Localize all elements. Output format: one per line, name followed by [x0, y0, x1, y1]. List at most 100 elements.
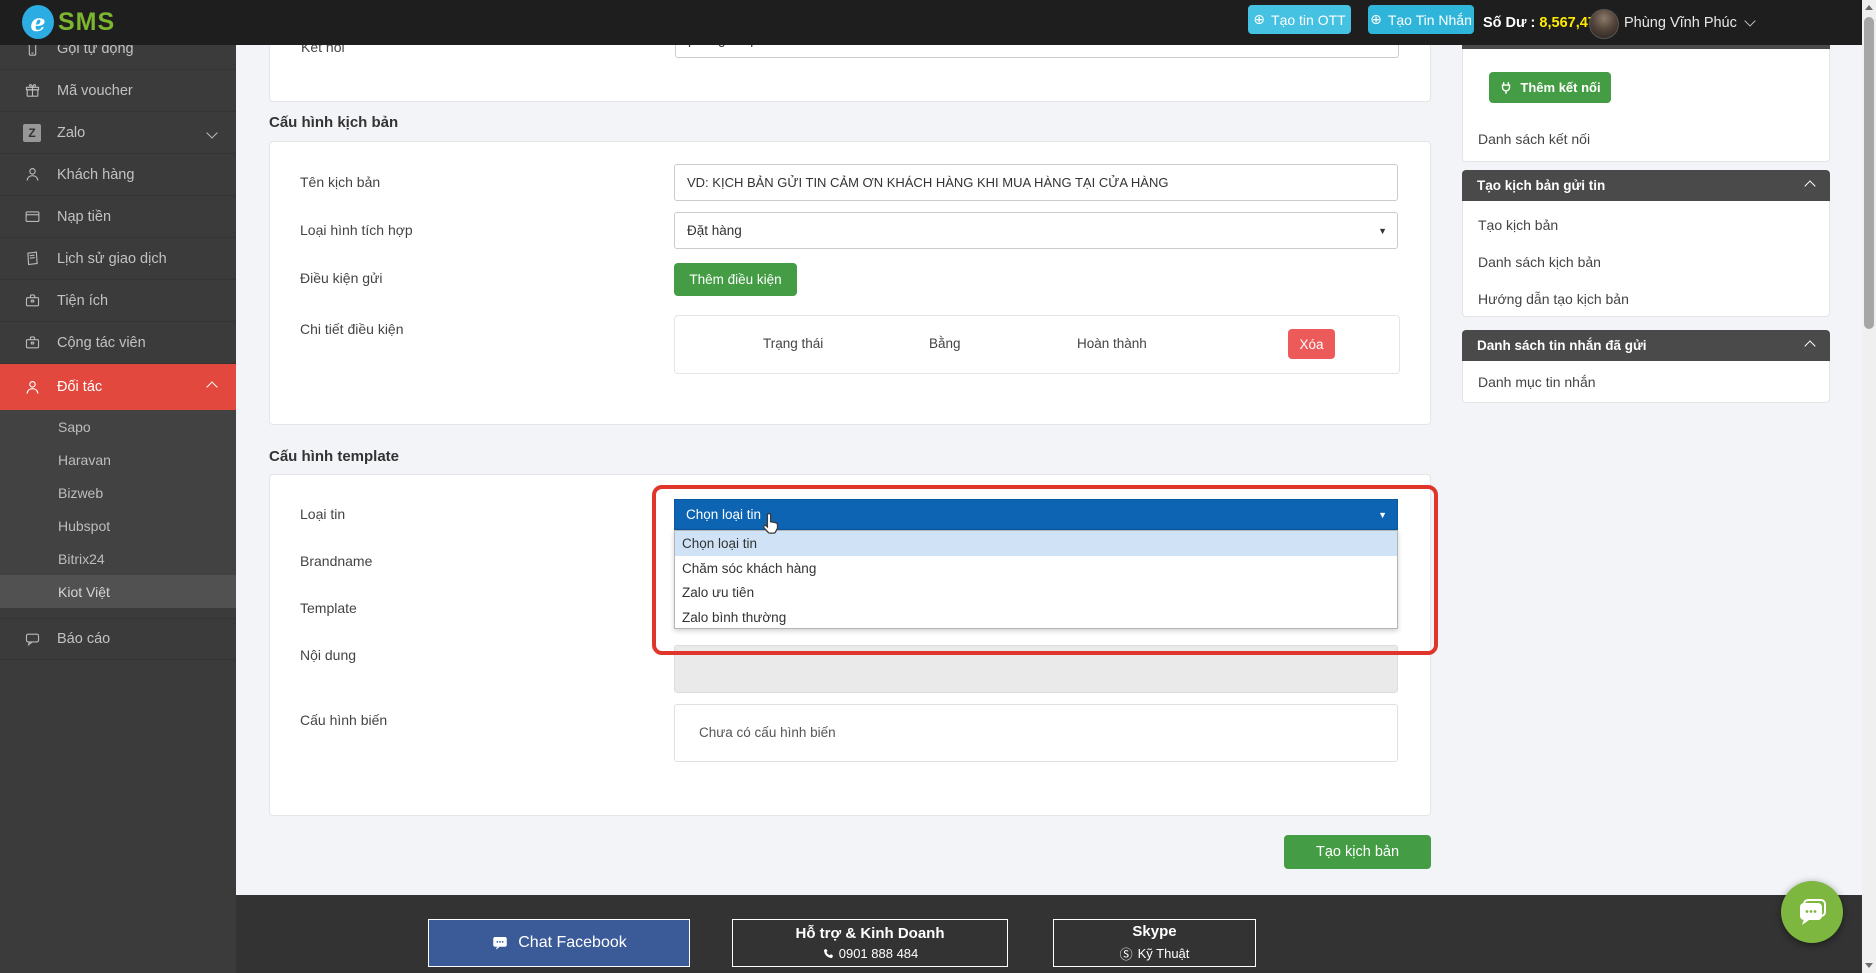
header-bar: e SMS ⊕ Tạo tin OTT ⊕ Tạo Tin Nhắn Số Dư…	[0, 0, 1876, 45]
sidebar-item-nap-tien[interactable]: Nạp tiền	[0, 196, 236, 238]
submenu-item-bitrix24[interactable]: Bitrix24	[0, 542, 236, 575]
content-label: Nội dung	[300, 647, 356, 663]
add-connection-button[interactable]: Thêm kết nối	[1489, 72, 1611, 103]
submenu-item-sapo[interactable]: Sapo	[0, 410, 236, 443]
sidebar-item-tien-ich[interactable]: Tiện ích	[0, 280, 236, 322]
scrollbar-thumb[interactable]	[1864, 17, 1874, 329]
plug-icon	[1499, 81, 1513, 95]
chat-bubble-icon	[1796, 897, 1828, 927]
chevron-up-icon	[1804, 340, 1815, 351]
condition-detail-label: Chi tiết điều kiện	[300, 321, 404, 337]
submenu-item-bizweb[interactable]: Bizweb	[0, 476, 236, 509]
balance-label: Số Dư :	[1483, 15, 1535, 31]
facebook-chat-icon	[491, 934, 509, 952]
link-danh-sach-kich-ban[interactable]: Danh sách kịch bản	[1478, 254, 1601, 270]
briefcase-icon	[22, 292, 42, 309]
scrollbar[interactable]	[1862, 0, 1876, 973]
chat-icon	[22, 631, 42, 648]
skype-icon: Ⓢ	[1120, 944, 1133, 963]
sidebar-item-cong-tac-vien[interactable]: Cộng tác viên	[0, 322, 236, 364]
sidebar-item-khach-hang[interactable]: Khách hàng	[0, 154, 236, 196]
sidebar: Gọi tự động Mã voucher Z Zalo Khách hàng…	[0, 45, 236, 973]
delete-condition-button[interactable]: Xóa	[1288, 329, 1335, 359]
condition-operator: Bằng	[929, 336, 961, 351]
logo-e-icon: e	[22, 5, 54, 39]
dropdown-option[interactable]: Zalo bình thường	[675, 605, 1397, 630]
condition-table: Trạng thái Bằng Hoàn thành Xóa	[674, 315, 1400, 374]
connection-card: Kết nối phungvinhphuc1999 ▼	[269, 36, 1431, 102]
create-sms-button[interactable]: ⊕ Tạo Tin Nhắn	[1368, 5, 1474, 34]
sidebar-item-bao-cao[interactable]: Báo cáo	[0, 618, 236, 660]
zalo-icon: Z	[22, 124, 42, 142]
hand-cursor-icon	[760, 511, 784, 537]
variables-box: Chưa có cấu hình biến	[674, 704, 1398, 762]
skype-title: Skype	[1132, 923, 1176, 940]
skype-subtitle: Kỹ Thuật	[1138, 946, 1190, 961]
user-menu[interactable]: Phùng Vĩnh Phúc	[1624, 0, 1754, 45]
create-script-button[interactable]: Tạo kịch bản	[1284, 835, 1431, 869]
sidebar-item-ma-voucher[interactable]: Mã voucher	[0, 70, 236, 112]
plus-circle-icon: ⊕	[1370, 11, 1382, 28]
variables-empty-text: Chưa có cấu hình biến	[699, 725, 836, 740]
connection-list-link[interactable]: Danh sách kết nối	[1478, 131, 1590, 147]
support-box[interactable]: Hỗ trợ & Kinh Doanh 0901 888 484	[732, 919, 1008, 967]
chevron-up-icon	[206, 381, 217, 392]
template-label: Template	[300, 600, 357, 616]
section-title-script-config: Cấu hình kịch bản	[269, 114, 398, 131]
create-script-panel-header[interactable]: Tạo kịch bản gửi tin	[1462, 170, 1830, 201]
chevron-down-icon	[206, 127, 217, 138]
scroll-up-icon[interactable]	[1865, 5, 1873, 10]
chat-facebook-button[interactable]: Chat Facebook	[428, 919, 690, 967]
user-name: Phùng Vĩnh Phúc	[1624, 15, 1737, 31]
support-phone: 0901 888 484	[839, 946, 919, 961]
person-icon	[22, 166, 42, 183]
book-icon	[22, 250, 42, 267]
section-title-template-config: Cấu hình template	[269, 448, 399, 465]
submenu-item-haravan[interactable]: Haravan	[0, 443, 236, 476]
script-name-input[interactable]	[674, 164, 1398, 201]
dropdown-option[interactable]: Zalo ưu tiên	[675, 580, 1397, 605]
person-icon	[22, 379, 42, 396]
link-huong-dan-tao-kich-ban[interactable]: Hướng dẫn tạo kịch bản	[1478, 291, 1629, 307]
integration-type-value: Đặt hàng	[687, 223, 742, 238]
connections-panel: Thêm kết nối Danh sách kết nối	[1462, 49, 1830, 162]
message-type-dropdown: Chọn loại tin Chăm sóc khách hàng Zalo ư…	[674, 530, 1398, 629]
submenu-item-hubspot[interactable]: Hubspot	[0, 509, 236, 542]
sidebar-item-doi-tac[interactable]: Đối tác	[0, 364, 236, 410]
gift-icon	[22, 82, 42, 99]
logo-sms-text: SMS	[58, 8, 115, 37]
skype-box[interactable]: Skype Ⓢ Kỹ Thuật	[1053, 919, 1256, 967]
chat-widget-button[interactable]	[1781, 881, 1843, 943]
esms-app: Kết nối phungvinhphuc1999 ▼ Cấu hình kịc…	[0, 0, 1876, 973]
add-condition-button[interactable]: Thêm điều kiện	[674, 263, 797, 296]
content-textarea[interactable]	[674, 645, 1398, 693]
chevron-down-icon: ▼	[1378, 510, 1387, 520]
user-avatar[interactable]	[1589, 9, 1619, 39]
chevron-down-icon: ▼	[1378, 226, 1387, 236]
doi-tac-submenu: Sapo Haravan Bizweb Hubspot Bitrix24 Kio…	[0, 410, 236, 608]
link-tao-kich-ban[interactable]: Tạo kịch bản	[1478, 217, 1558, 233]
sidebar-item-lich-su-giao-dich[interactable]: Lịch sử giao dịch	[0, 238, 236, 280]
link-danh-muc-tin-nhan[interactable]: Danh mục tin nhắn	[1478, 374, 1596, 390]
message-type-value: Chọn loại tin	[686, 507, 761, 522]
sent-messages-panel: Danh mục tin nhắn	[1462, 361, 1830, 403]
card-icon	[22, 208, 42, 225]
condition-field: Trạng thái	[763, 336, 823, 351]
dropdown-option[interactable]: Chăm sóc khách hàng	[675, 556, 1397, 580]
sidebar-item-zalo[interactable]: Z Zalo	[0, 112, 236, 154]
create-ott-button[interactable]: ⊕ Tạo tin OTT	[1248, 5, 1351, 34]
send-condition-label: Điều kiện gửi	[300, 270, 383, 286]
sent-messages-panel-header[interactable]: Danh sách tin nhắn đã gửi	[1462, 330, 1830, 361]
phone-icon	[822, 948, 834, 960]
esms-logo[interactable]: e SMS	[22, 5, 115, 39]
message-type-label: Loại tin	[300, 506, 345, 522]
create-script-panel: Tạo kịch bản Danh sách kịch bản Hướng dẫ…	[1462, 201, 1830, 317]
scroll-down-icon[interactable]	[1865, 963, 1873, 968]
chevron-down-icon	[1744, 15, 1755, 26]
briefcase-icon	[22, 334, 42, 351]
integration-type-select[interactable]: Đặt hàng ▼	[674, 212, 1398, 249]
condition-value: Hoàn thành	[1077, 336, 1147, 351]
submenu-item-kiot-viet[interactable]: Kiot Việt	[0, 575, 236, 608]
support-title: Hỗ trợ & Kinh Doanh	[796, 925, 945, 942]
integration-type-label: Loại hình tích hợp	[300, 222, 413, 238]
